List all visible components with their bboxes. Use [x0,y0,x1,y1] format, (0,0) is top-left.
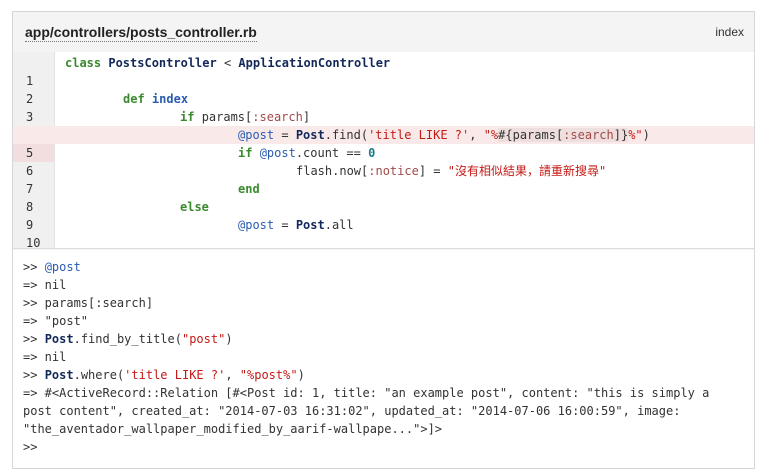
code-line: 2 [13,72,754,106]
code-text: flash.now[ [296,164,369,178]
code-text: .find( [324,128,369,142]
code-text: params[ [201,110,253,124]
keyword: else [180,200,209,214]
number-literal: 0 [368,146,376,160]
class-name: Post [295,218,325,232]
repl-line: "the_aventador_wallpaper_modified_by_aar… [23,422,443,436]
repl-line: >> @post [23,258,743,276]
code-text: .all [324,218,354,232]
parent-class: ApplicationController [238,56,391,70]
keyword: class [65,56,102,70]
repl-line: => "post" [23,314,89,328]
code-line: 1 class PostsController < ApplicationCon… [13,54,754,88]
repl-line: => nil [23,350,67,364]
class-name: Post [44,368,74,382]
operator: < [216,56,239,70]
repl-console[interactable]: >> @post => nil >> params[:search] => "p… [13,250,754,468]
code-text: .where( [73,368,125,382]
string-literal: %" [628,128,643,142]
code-text: ) [297,368,305,382]
source-code-panel: 1 class PostsController < ApplicationCon… [13,52,754,250]
code-text: ] [302,110,311,124]
code-text: ] = [418,164,448,178]
code-line: 3 def index [13,90,754,124]
keyword: end [238,182,260,196]
string-literal: 'title LIKE ?' [368,128,470,142]
symbol: :search [563,128,614,142]
method-def-name: index [151,92,189,106]
repl-prompt: >> [23,260,45,274]
class-name: Post [44,332,74,346]
repl-line: post content", created_at: "2014-07-03 1… [23,404,681,418]
code-text: , [225,368,240,382]
code-line: 4 if params[:search] [13,108,754,142]
error-page-frame: app/controllers/posts_controller.rb inde… [12,11,755,469]
repl-input-prompt[interactable]: >> [23,438,743,456]
code-text: .find_by_title( [73,332,182,346]
repl-line: => #<ActiveRecord::Relation [#<Post id: … [23,386,710,400]
code-text: = [274,128,296,142]
file-path-link[interactable]: app/controllers/posts_controller.rb [25,24,257,42]
instance-variable: @post [238,128,275,142]
code-line: 8 end [13,180,754,214]
string-literal: "post" [181,332,226,346]
repl-line: >> Post.find_by_title("post") [23,330,743,348]
instance-variable: @post [259,146,296,160]
keyword: def [123,92,145,106]
string-literal: "% [483,128,499,142]
interpolation-code: ]} [613,128,629,142]
code-header: app/controllers/posts_controller.rb inde… [13,12,754,53]
repl-line: >> params[:search] [23,296,154,310]
repl-line: >> Post.where('title LIKE ?', "%post%") [23,366,743,384]
repl-prompt: >> [23,368,45,382]
keyword: if [180,110,195,124]
string-literal: "沒有相似結果，請重新搜尋" [447,164,607,178]
string-interpolation: #{params[:search]} [498,128,629,142]
code-line: 10 @post = Post.all [13,216,754,250]
instance-variable: @post [44,260,81,274]
code-text: ) [225,332,233,346]
string-literal: "%post%" [239,368,298,382]
instance-variable: @post [238,218,275,232]
code-text: = [274,218,296,232]
symbol: :search [252,110,303,124]
class-name: PostsController [108,56,217,70]
class-name: Post [295,128,325,142]
method-name: index [715,25,744,39]
code-line: 7 flash.now[:notice] = "沒有相似結果，請重新搜尋" [13,162,754,196]
code-text: , [469,128,484,142]
repl-prompt: >> [23,332,45,346]
code-text: ) [642,128,650,142]
repl-line: => nil [23,278,67,292]
code-line: 6 if @post.count == 0 [13,144,754,178]
interpolation-code: #{params[ [498,128,564,142]
highlighted-code-line: 5 @post = Post.find('title LIKE ?', "%#{… [13,126,754,162]
keyword: if [238,146,253,160]
code-line: 9 else [13,198,754,232]
code-text: .count == [295,146,369,160]
string-literal: 'title LIKE ?' [124,368,226,382]
symbol: :notice [368,164,419,178]
